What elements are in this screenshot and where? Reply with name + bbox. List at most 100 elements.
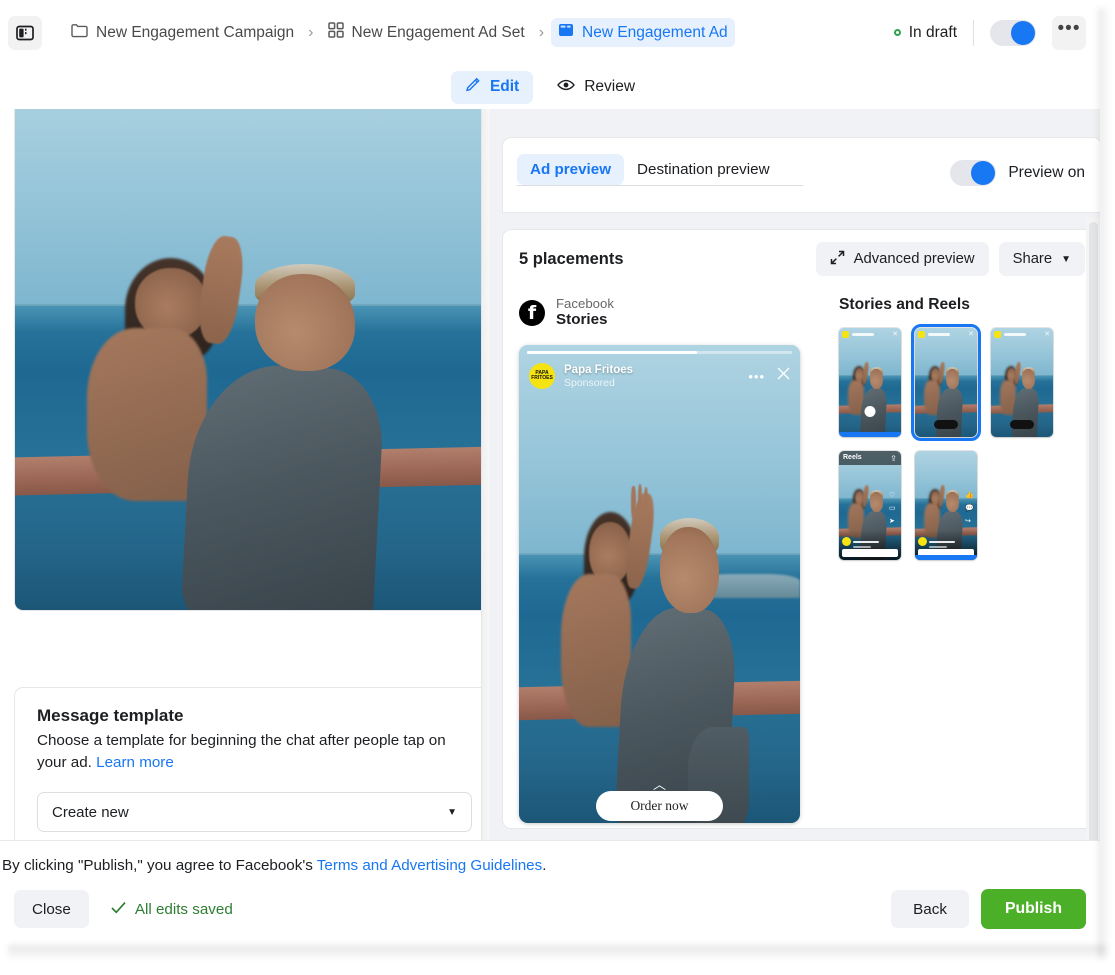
ads-manager-window: New Engagement Campaign › New Engagement…	[0, 0, 1100, 950]
more-options-button[interactable]: •••	[1052, 15, 1086, 50]
chevron-down-icon: ▼	[447, 806, 457, 818]
toggle-knob	[1011, 20, 1035, 45]
instagram-stories-thumb[interactable]: ✕	[911, 324, 981, 441]
saved-status: All edits saved	[111, 901, 233, 918]
tabs-underline	[517, 185, 803, 186]
ellipsis-icon[interactable]: •••	[748, 369, 765, 384]
check-icon	[111, 901, 126, 918]
placements-count: 5 placements	[519, 249, 624, 268]
platform-placement: Stories	[556, 311, 608, 328]
share-label: Share	[1012, 251, 1053, 267]
close-icon[interactable]	[777, 367, 790, 385]
pane-divider[interactable]	[481, 109, 490, 840]
heart-icon: ♡	[889, 492, 896, 499]
ad-creative-image	[519, 345, 800, 823]
breadcrumb-label: New Engagement Ad	[582, 23, 728, 41]
terms-prefix: By clicking "Publish," you agree to Face…	[2, 857, 317, 874]
media-item: Untitled design (24).png 1080 × 1920	[15, 109, 481, 610]
avatar: PAPA FRITOES	[529, 363, 555, 389]
media-thumbnail[interactable]	[15, 109, 481, 610]
tab-destination-preview[interactable]: Destination preview	[624, 154, 783, 185]
thumbnails-grid: ✕ ✕ ✕ Reels ⇪ ♡ ▭ ➤ 👍 💬 ↪	[839, 324, 1091, 560]
toggle-knob	[971, 161, 996, 185]
window-shadow-right	[1098, 8, 1110, 958]
divider	[973, 19, 974, 46]
terms-text: By clicking "Publish," you agree to Face…	[0, 841, 1100, 874]
reels-label: Reels	[843, 454, 862, 461]
main-content: Ad creative Select the media, text and d…	[0, 109, 1100, 949]
platform-name: Facebook	[556, 296, 614, 311]
placements-header: 5 placements Advanced preview Share ▼	[503, 230, 1100, 288]
pencil-icon	[465, 77, 481, 98]
status-badge: In draft	[908, 23, 957, 41]
tab-destination-preview-label: Destination preview	[637, 161, 770, 178]
message-template-dropdown[interactable]: Create new ▼	[37, 792, 472, 832]
preview-pane: Ad preview Destination preview Preview o…	[490, 109, 1100, 840]
terms-link[interactable]: Terms and Advertising Guidelines	[317, 857, 542, 874]
preview-toggle-row: Preview on	[950, 160, 1085, 186]
tab-review[interactable]: Review	[543, 72, 649, 103]
advanced-preview-button[interactable]: Advanced preview	[815, 242, 989, 276]
breadcrumb-item-adset[interactable]: New Engagement Ad Set	[321, 18, 532, 47]
chevron-down-icon: ▼	[1061, 253, 1071, 265]
share-icon: ↪	[965, 518, 971, 525]
placements-body: f Facebook Stories PAPA FRITOES Papa Fri…	[503, 288, 1100, 828]
placement-thumbnails-column: Stories and Reels ✕ ✕ ✕ Reels ⇪ ♡ ▭ ➤ 👍 …	[821, 288, 1100, 828]
platform-header: f Facebook Stories	[519, 296, 821, 329]
learn-more-link[interactable]: Learn more	[96, 754, 174, 771]
back-button[interactable]: Back	[891, 890, 969, 928]
thumbnails-title: Stories and Reels	[839, 296, 970, 313]
publish-button[interactable]: Publish	[980, 889, 1086, 929]
tab-edit[interactable]: Edit	[450, 70, 534, 104]
chevron-up-icon: ︿	[652, 777, 666, 792]
send-icon: ➤	[889, 518, 895, 525]
story-preview-frame[interactable]: PAPAFRITOES Papa Fritoes Sponsored •••	[519, 345, 800, 823]
reels-action-icons: 👍 💬 ↪	[965, 491, 974, 526]
close-button[interactable]: Close	[14, 890, 89, 928]
tab-ad-preview[interactable]: Ad preview	[517, 154, 625, 185]
instagram-reels-thumb[interactable]: 👍 💬 ↪	[915, 451, 977, 560]
gear-icon	[864, 406, 876, 417]
breadcrumb-label: New Engagement Ad Set	[351, 23, 525, 41]
preview-tabs-card: Ad preview Destination preview Preview o…	[502, 137, 1100, 213]
ad-active-toggle[interactable]	[990, 19, 1036, 46]
breadcrumb-item-ad[interactable]: New Engagement Ad	[551, 18, 735, 47]
facebook-reels-thumb[interactable]: Reels ⇪ ♡ ▭ ➤	[839, 451, 901, 560]
preview-toggle[interactable]	[950, 160, 997, 186]
preview-toggle-label: Preview on	[1008, 164, 1085, 181]
comment-icon: 💬	[965, 505, 974, 512]
facebook-stories-thumb[interactable]: ✕	[839, 328, 901, 437]
scrollbar-thumb[interactable]	[1089, 222, 1098, 912]
facebook-icon: f	[519, 299, 545, 326]
panel-layout-icon[interactable]	[8, 15, 42, 50]
story-cta-area: ︿ Order now	[519, 777, 800, 821]
saved-label: All edits saved	[134, 900, 233, 918]
breadcrumb-label: New Engagement Campaign	[96, 23, 295, 41]
footer-actions: Close All edits saved Back Publish	[0, 889, 1100, 929]
breadcrumb-separator: ›	[538, 23, 545, 41]
footer-bar: By clicking "Publish," you agree to Face…	[0, 840, 1100, 950]
reels-cta-button[interactable]	[842, 549, 898, 557]
breadcrumb-item-campaign[interactable]: New Engagement Campaign	[64, 19, 301, 47]
grid-icon	[327, 22, 344, 43]
message-template-description: Choose a template for beginning the chat…	[37, 730, 472, 774]
comment-icon: ▭	[889, 505, 896, 512]
breadcrumb-separator: ›	[308, 23, 314, 41]
reels-action-icons: ♡ ▭ ➤	[889, 491, 898, 526]
expand-icon	[830, 250, 845, 269]
share-icon: ⇪	[890, 454, 897, 463]
tab-ad-preview-label: Ad preview	[530, 161, 612, 178]
message-template-card: Message template Choose a template for b…	[14, 687, 481, 840]
messenger-stories-thumb[interactable]: ✕	[991, 328, 1053, 437]
story-header: PAPA FRITOES Papa Fritoes Sponsored •••	[529, 359, 790, 393]
placements-card: 5 placements Advanced preview Share ▼ f …	[502, 229, 1100, 829]
share-button[interactable]: Share ▼	[998, 242, 1085, 276]
story-actions: •••	[748, 367, 790, 385]
status-area: In draft •••	[893, 0, 1086, 65]
avatar	[842, 537, 851, 546]
sponsored-label: Sponsored	[564, 376, 615, 389]
story-cta-button[interactable]: Order now	[596, 791, 723, 821]
folder-icon	[71, 23, 88, 43]
status-dot-icon	[893, 29, 901, 36]
story-progress-bar	[527, 351, 792, 354]
